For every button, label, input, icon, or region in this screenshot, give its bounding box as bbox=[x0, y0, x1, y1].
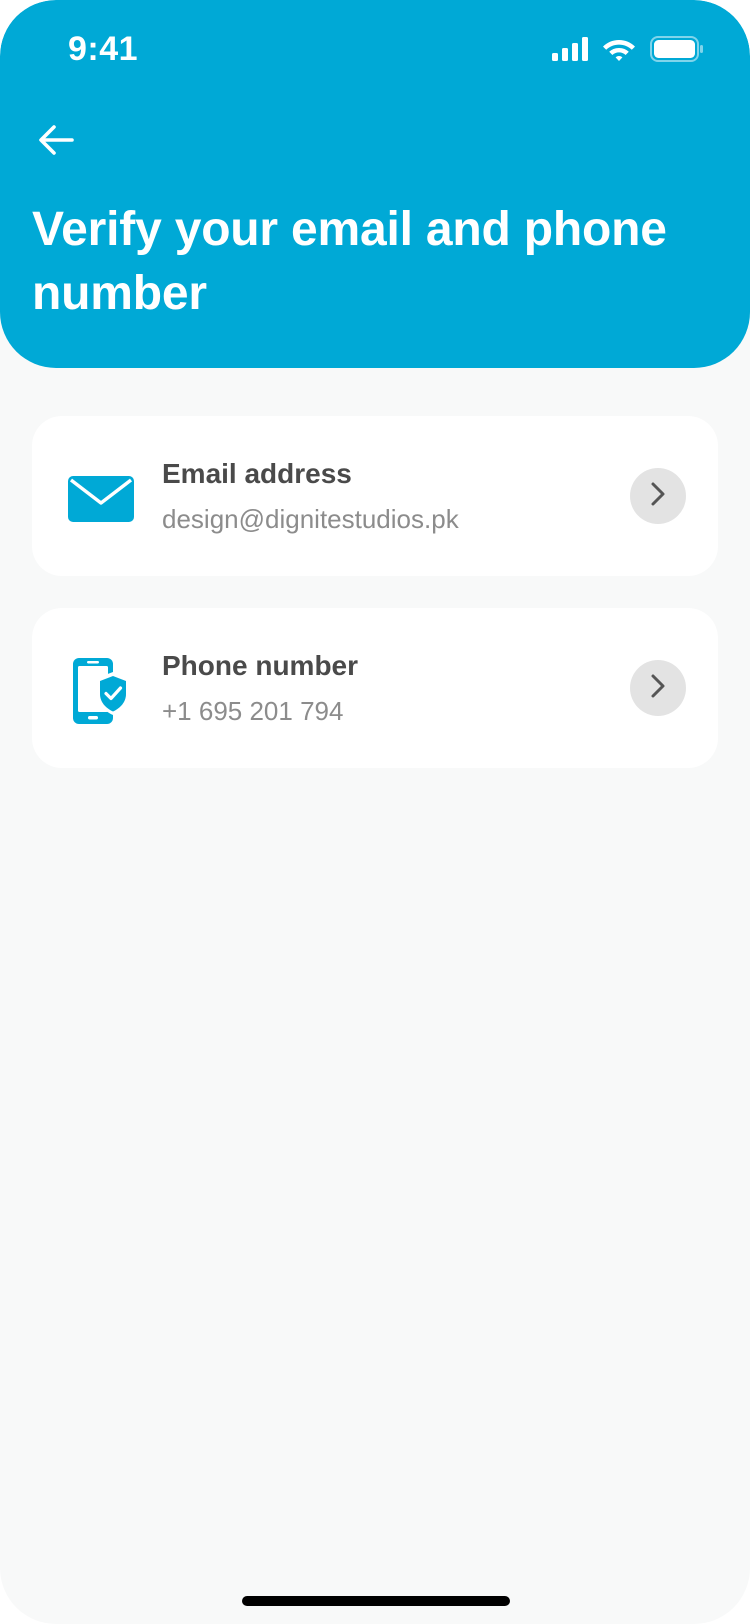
back-button[interactable] bbox=[34, 120, 78, 164]
home-indicator[interactable] bbox=[242, 1596, 510, 1606]
wifi-icon bbox=[602, 36, 636, 67]
email-chevron-button[interactable] bbox=[630, 468, 686, 524]
battery-icon bbox=[650, 36, 704, 67]
status-bar: 9:41 bbox=[0, 0, 750, 104]
back-arrow-icon bbox=[38, 124, 74, 161]
chevron-right-icon bbox=[649, 481, 667, 512]
status-icons bbox=[552, 36, 704, 67]
email-address-value: design@dignitestudios.pk bbox=[162, 504, 459, 534]
phone-shield-icon bbox=[68, 656, 134, 726]
chevron-right-icon bbox=[649, 673, 667, 704]
page-title: Verify your email and phone number bbox=[32, 203, 667, 320]
email-address-label: Email address bbox=[162, 458, 352, 489]
verify-screen: 9:41 Verify your email and phone number … bbox=[0, 0, 750, 1624]
phone-number-item[interactable]: Phone number +1 695 201 794 bbox=[32, 608, 718, 768]
phone-number-value: +1 695 201 794 bbox=[162, 696, 344, 726]
status-time: 9:41 bbox=[68, 30, 139, 68]
phone-number-label: Phone number bbox=[162, 650, 359, 681]
signal-icon bbox=[552, 37, 588, 66]
envelope-icon bbox=[68, 464, 134, 534]
phone-chevron-button[interactable] bbox=[630, 660, 686, 716]
header: 9:41 Verify your email and phone number bbox=[0, 0, 750, 368]
email-address-item[interactable]: Email address design@dignitestudios.pk bbox=[32, 416, 718, 576]
